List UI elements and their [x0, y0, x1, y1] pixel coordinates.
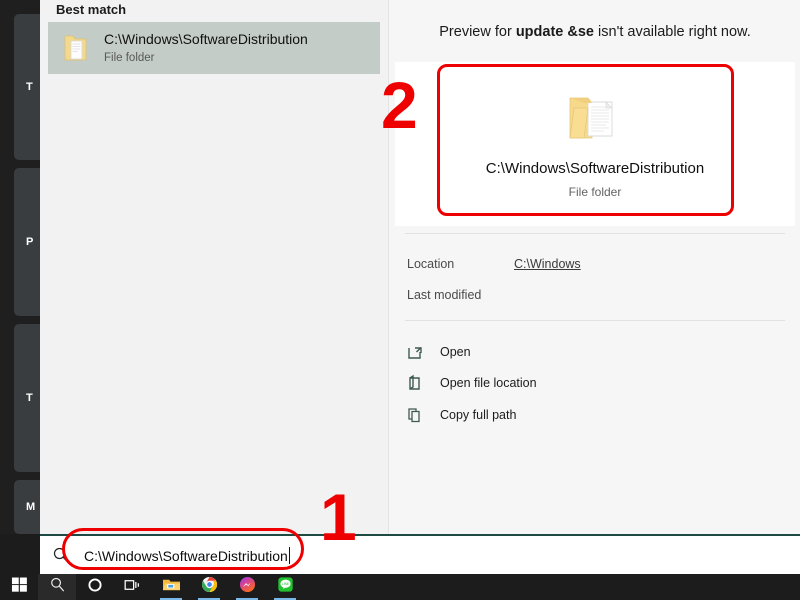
start-button[interactable] — [0, 574, 38, 600]
preview-title-suffix: isn't available right now. — [594, 24, 751, 40]
action-open-file-location-label: Open file location — [440, 376, 537, 390]
action-copy-full-path-label: Copy full path — [440, 408, 517, 422]
copy-icon — [407, 406, 424, 424]
divider-actions — [405, 320, 785, 321]
metadata-label-last-modified: Last modified — [407, 288, 482, 302]
annotation-highlight-search-input — [62, 528, 304, 570]
messenger-button[interactable] — [228, 574, 266, 600]
best-match-title: C:\Windows\SoftwareDistribution — [104, 30, 308, 47]
windows-logo-icon — [11, 576, 28, 598]
annotation-step-2: 2 — [381, 68, 418, 142]
open-external-icon — [407, 343, 424, 361]
svg-text:LINE: LINE — [281, 582, 288, 586]
best-match-header: Best match — [56, 2, 127, 17]
taskbar: LINE — [0, 574, 800, 600]
search-icon — [49, 576, 66, 598]
folder-location-icon — [407, 374, 424, 392]
action-open-file-location[interactable]: Open file location — [407, 371, 537, 395]
annotation-highlight-preview-card — [437, 64, 734, 216]
best-match-subtitle: File folder — [104, 51, 155, 64]
search-results-panel: Best match C:\Windows\SoftwareDistributi… — [40, 0, 388, 534]
start-tile-label: T — [26, 81, 33, 93]
best-match-text: C:\Windows\SoftwareDistribution File fol… — [104, 31, 308, 66]
metadata-value-location-link[interactable]: C:\Windows — [514, 255, 581, 273]
screen: T P T M Best match C:\Windows\SoftwareDi… — [0, 0, 800, 600]
cortana-button[interactable] — [76, 574, 114, 600]
start-menu-rail: T P T M — [0, 0, 90, 534]
action-copy-full-path[interactable]: Copy full path — [407, 403, 516, 427]
preview-title-query: update &se — [515, 24, 594, 40]
annotation-step-1: 1 — [320, 480, 357, 554]
preview-unavailable-message: Preview for update &se isn't available r… — [389, 24, 800, 40]
line-icon: LINE — [277, 576, 294, 598]
preview-title-prefix: Preview for — [439, 24, 516, 40]
chrome-button[interactable] — [190, 574, 228, 600]
best-match-result-row[interactable]: C:\Windows\SoftwareDistribution File fol… — [48, 22, 380, 74]
folder-icon — [62, 33, 90, 63]
start-tile-label: T — [26, 392, 33, 404]
task-view-icon — [124, 577, 142, 598]
action-open-label: Open — [440, 345, 471, 359]
divider-metadata — [405, 233, 785, 234]
start-tile-label: M — [26, 501, 36, 513]
chrome-icon — [201, 576, 218, 598]
file-explorer-icon — [162, 576, 181, 598]
task-view-button[interactable] — [114, 574, 152, 600]
cortana-circle-icon — [87, 577, 103, 598]
messenger-icon — [239, 576, 256, 598]
action-open[interactable]: Open — [407, 340, 471, 364]
metadata-label-location: Location — [407, 257, 455, 271]
search-button[interactable] — [38, 574, 76, 600]
file-explorer-button[interactable] — [152, 574, 190, 600]
start-tile-label: P — [26, 236, 34, 248]
line-button[interactable]: LINE — [266, 574, 304, 600]
